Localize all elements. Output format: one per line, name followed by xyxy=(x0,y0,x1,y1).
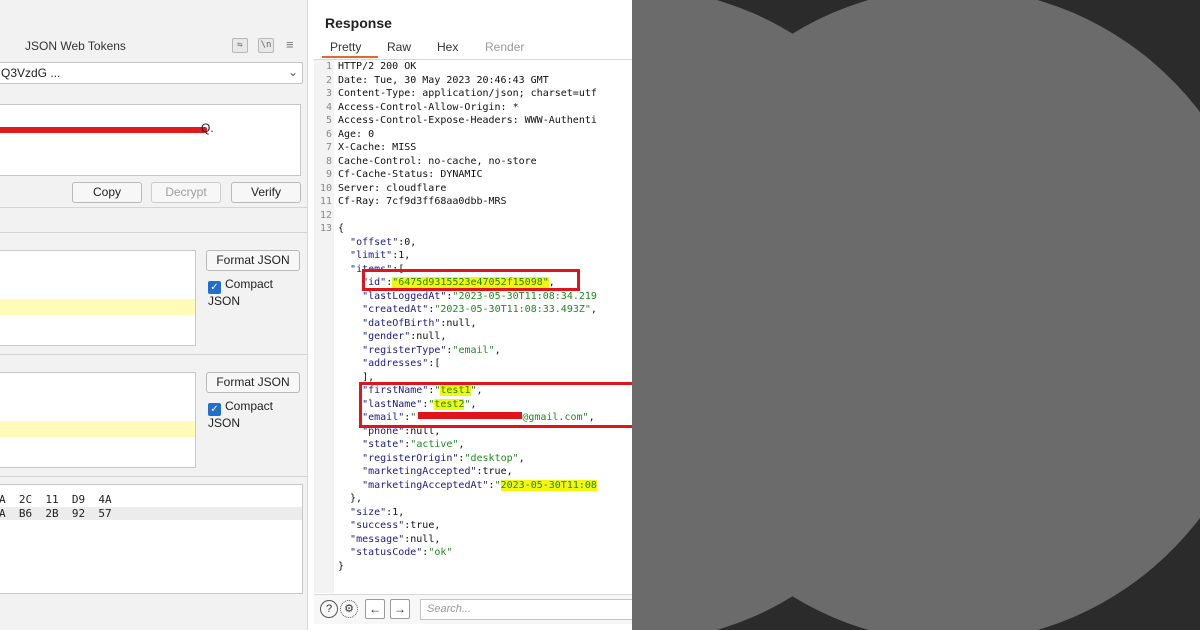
annotation-box-personal-data xyxy=(359,382,632,428)
code-line: Access-Control-Allow-Origin: * xyxy=(338,101,519,113)
code-line: Cf-Cache-Status: DYNAMIC xyxy=(338,169,483,180)
json-line: "limit":1, xyxy=(350,250,411,261)
json-line: "success":true, xyxy=(350,520,441,531)
json-line: "marketingAccepted":true, xyxy=(362,466,513,477)
json-line: "offset":0, xyxy=(350,236,417,248)
code-line: Cache-Control: no-cache, no-store xyxy=(338,155,537,167)
help-icon[interactable]: ? xyxy=(320,600,338,618)
line-number: 9 xyxy=(325,169,332,180)
divider xyxy=(0,232,307,233)
json-line: "createdAt":"2023-05-30T11:08:33.493Z", xyxy=(362,304,597,315)
response-panel: Response Pretty Raw Hex Render 1 2 3 4 5… xyxy=(314,0,632,630)
response-search-bar: ? ⚙ ← → Search... xyxy=(314,594,632,624)
line-number: 10 xyxy=(319,182,332,194)
divider xyxy=(0,207,307,208)
jwt-panel: JSON Web Tokens ⇋ \n ≡ Q3VzdG ... ⌄ Q. C… xyxy=(0,0,308,630)
line-number: 13 xyxy=(319,223,332,234)
json-line: }, xyxy=(338,493,363,504)
format-json-button[interactable]: Format JSON xyxy=(206,372,300,393)
json-line: "gender":null, xyxy=(362,331,447,342)
token-select[interactable]: Q3VzdG ... ⌄ xyxy=(0,62,303,84)
previous-match-button[interactable]: ← xyxy=(365,599,385,619)
annotation-box-id xyxy=(362,269,580,291)
search-input[interactable]: Search... xyxy=(420,599,632,620)
wrap-icon[interactable]: ⇋ xyxy=(232,38,248,53)
hex-row: A 2C 11 D9 4A xyxy=(0,493,112,506)
chevron-down-icon: ⌄ xyxy=(287,65,298,79)
line-number: 1 xyxy=(325,61,332,72)
json-line: "registerOrigin":"desktop", xyxy=(362,452,525,464)
tab-hex[interactable]: Hex xyxy=(437,40,458,54)
compact-json-checkbox[interactable]: ✓ Compact JSON xyxy=(208,277,307,308)
verify-button[interactable]: Verify xyxy=(231,182,301,203)
jwt-panel-title: JSON Web Tokens xyxy=(25,39,126,53)
divider xyxy=(0,476,307,477)
json-line: "registerType":"email", xyxy=(362,344,501,356)
code-line: Date: Tue, 30 May 2023 20:46:43 GMT xyxy=(338,74,549,86)
highlight-line xyxy=(0,299,195,315)
token-tail-text: Q. xyxy=(201,121,214,135)
menu-icon[interactable]: ≡ xyxy=(286,37,294,52)
json-line: "message":null, xyxy=(350,533,441,545)
json-line: "statusCode":"ok" xyxy=(350,547,453,558)
line-number: 11 xyxy=(319,196,332,207)
tab-pretty[interactable]: Pretty xyxy=(330,40,361,54)
code-line: Access-Control-Expose-Headers: WWW-Authe… xyxy=(338,115,597,126)
format-json-button[interactable]: Format JSON xyxy=(206,250,300,271)
response-title: Response xyxy=(325,15,392,31)
code-line: Cf-Ray: 7cf9d3ff68aa0dbb-MRS xyxy=(338,196,507,207)
decorative-background xyxy=(632,0,1200,630)
json-line: "marketingAcceptedAt":"2023-05-30T11:08 xyxy=(362,479,597,491)
next-match-button[interactable]: → xyxy=(390,599,410,619)
header-json-box[interactable] xyxy=(0,250,196,346)
code-line: { xyxy=(338,223,345,234)
compact-json-checkbox[interactable]: ✓ Compact JSON xyxy=(208,399,307,430)
code-line: X-Cache: MISS xyxy=(338,142,417,153)
json-line: "lastLoggedAt":"2023-05-30T11:08:34.219 xyxy=(362,290,597,302)
redaction-mark xyxy=(0,127,207,133)
hex-row: A B6 2B 92 57 xyxy=(0,507,302,520)
line-number: 4 xyxy=(325,101,332,113)
copy-button[interactable]: Copy xyxy=(72,182,142,203)
checkbox-checked-icon: ✓ xyxy=(208,403,221,416)
code-line: Content-Type: application/json; charset=… xyxy=(338,88,597,99)
response-body[interactable]: 1 2 3 4 5 6 7 8 9 10 11 12 13 HTTP/2 200… xyxy=(314,59,632,593)
line-number: 8 xyxy=(325,155,332,167)
newline-icon[interactable]: \n xyxy=(258,38,274,53)
line-number: 12 xyxy=(319,209,332,221)
tab-raw[interactable]: Raw xyxy=(387,40,411,54)
token-select-value: Q3VzdG ... xyxy=(1,66,61,80)
signature-hex-box[interactable]: A 2C 11 D9 4A A B6 2B 92 57 xyxy=(0,484,303,594)
line-number: 6 xyxy=(325,128,332,140)
payload-json-box[interactable] xyxy=(0,372,196,468)
gear-icon[interactable]: ⚙ xyxy=(340,600,358,618)
json-line: "state":"active", xyxy=(362,439,465,450)
line-number: 5 xyxy=(325,115,332,126)
json-line: "dateOfBirth":null, xyxy=(362,317,477,329)
line-number: 7 xyxy=(325,142,332,153)
line-number: 3 xyxy=(325,88,332,99)
code-line: HTTP/2 200 OK xyxy=(338,61,417,72)
json-line: } xyxy=(338,560,345,572)
decrypt-button: Decrypt xyxy=(151,182,221,203)
divider xyxy=(0,354,307,355)
json-line: "addresses":[ xyxy=(362,358,441,369)
token-textarea[interactable]: Q. xyxy=(0,104,301,176)
code-line: Age: 0 xyxy=(338,128,375,140)
highlight-line xyxy=(0,421,195,437)
code-line: Server: cloudflare xyxy=(338,182,447,194)
json-line: "size":1, xyxy=(350,506,405,518)
checkbox-checked-icon: ✓ xyxy=(208,281,221,294)
tab-render[interactable]: Render xyxy=(485,40,524,54)
line-number: 2 xyxy=(325,74,332,86)
half-circle-shape xyxy=(638,0,1200,630)
line-number-gutter xyxy=(314,60,334,593)
active-tab-indicator xyxy=(322,56,378,58)
